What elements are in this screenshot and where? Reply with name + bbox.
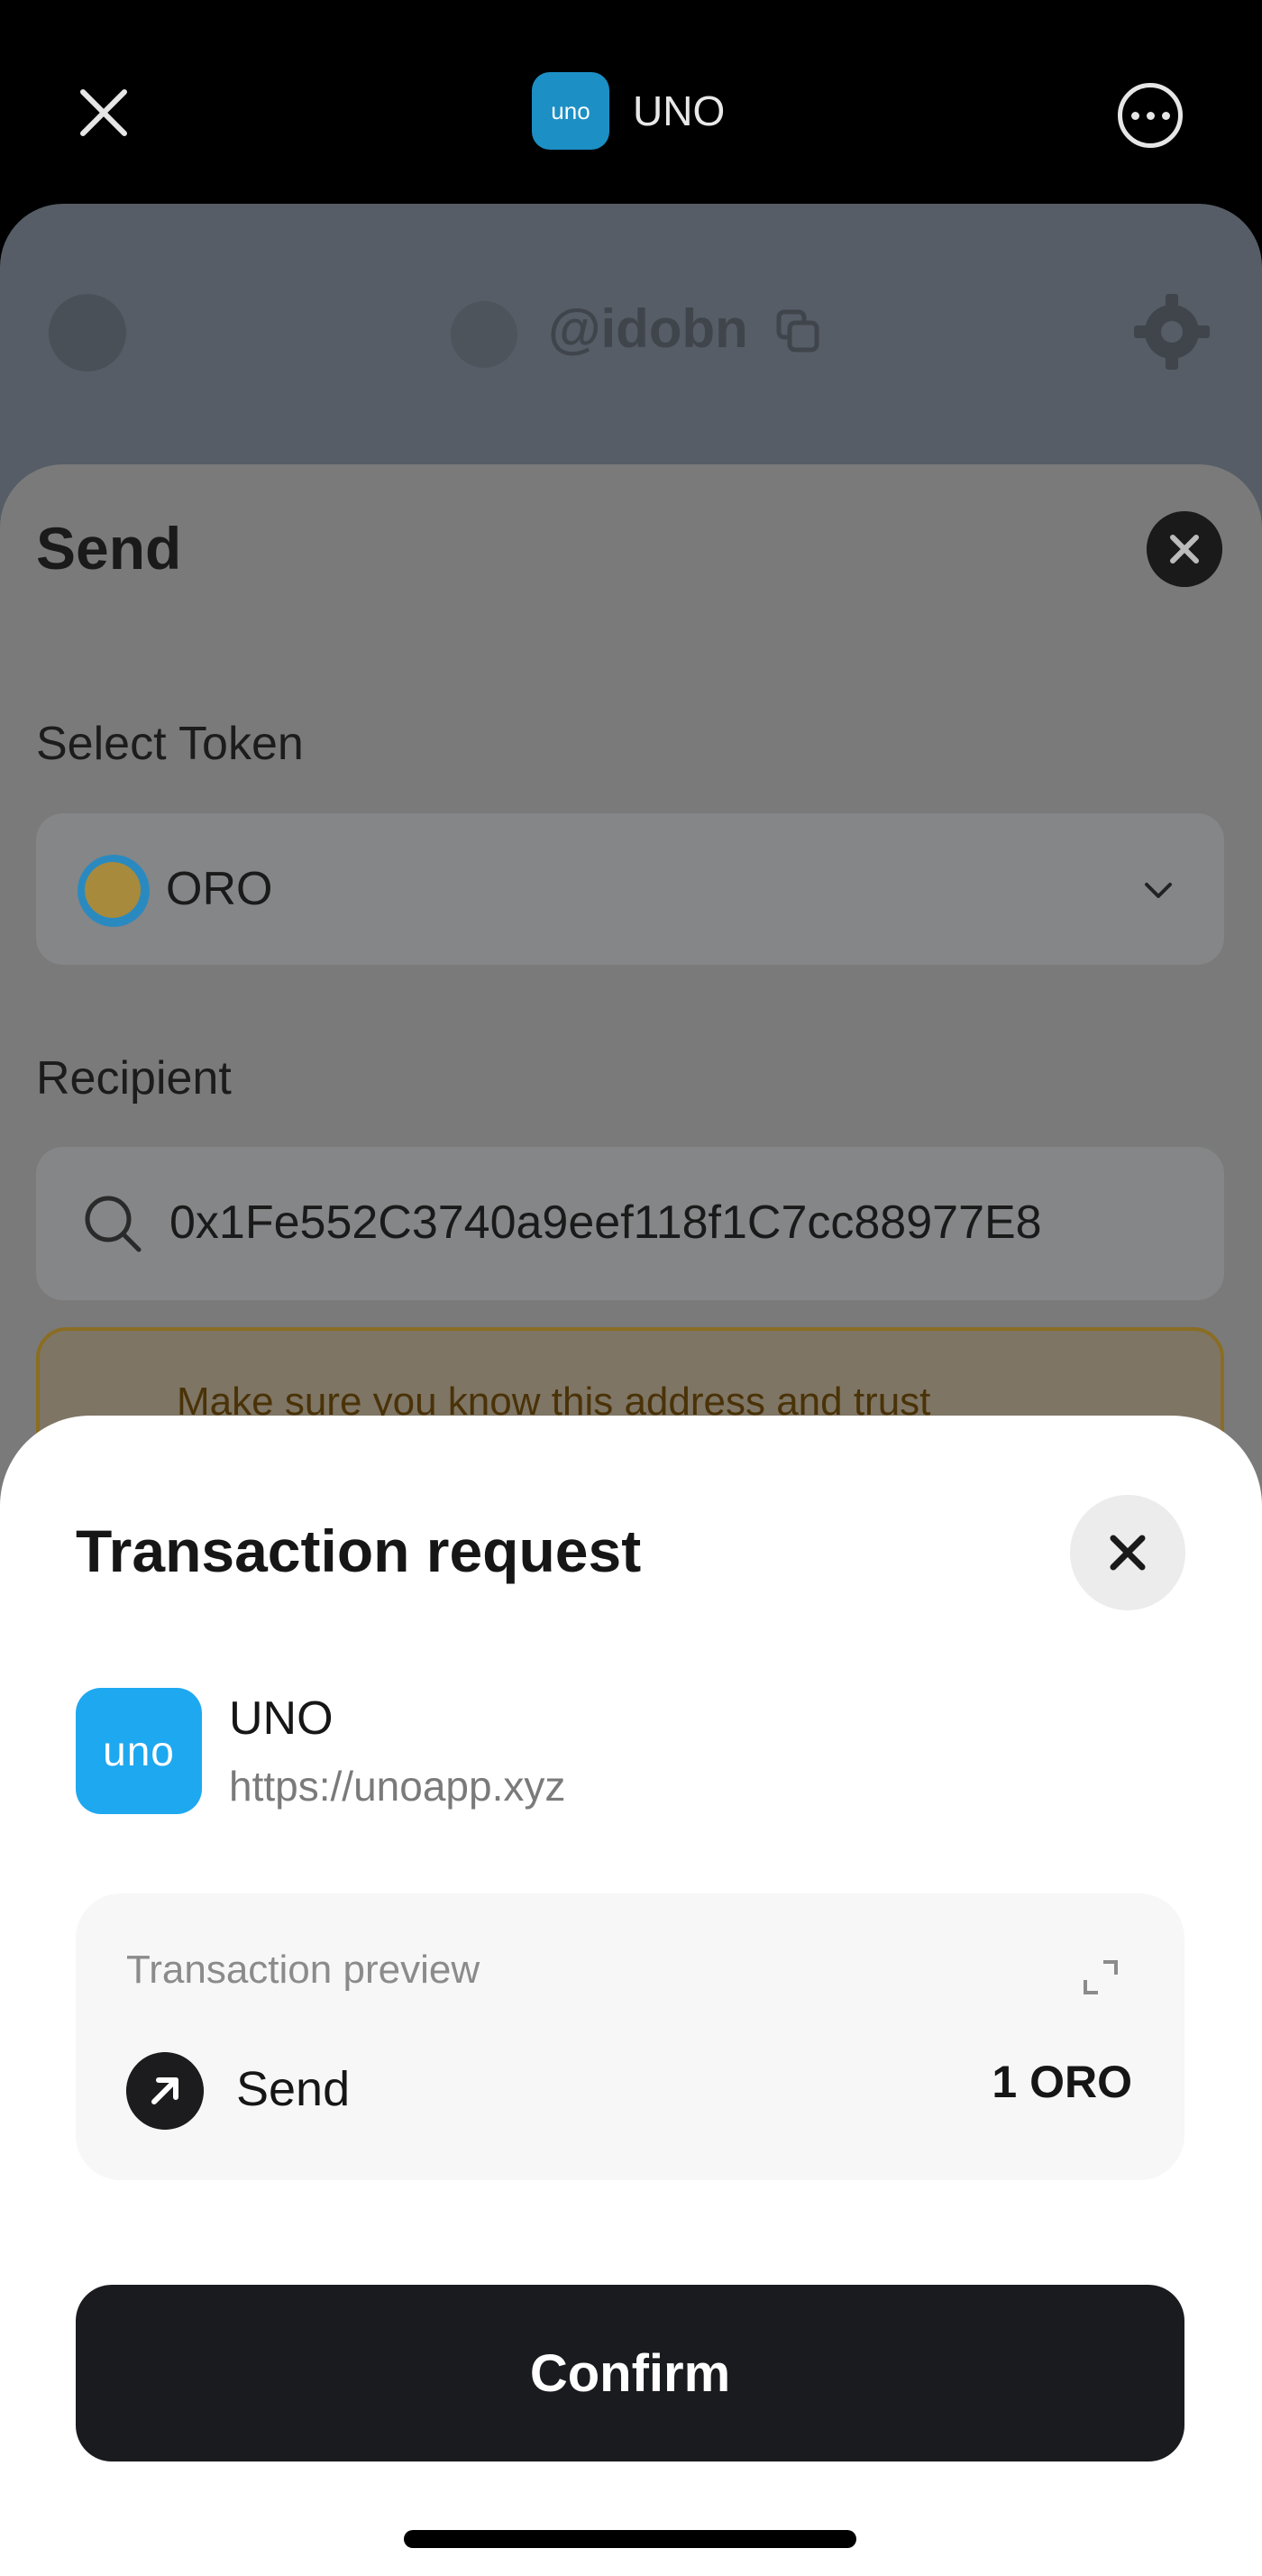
app-logo-icon: uno bbox=[532, 72, 609, 150]
oro-token-icon bbox=[78, 855, 150, 927]
app-title: UNO bbox=[633, 87, 726, 134]
search-icon bbox=[85, 1196, 142, 1252]
send-close-icon[interactable] bbox=[1147, 511, 1222, 587]
copy-icon bbox=[776, 309, 819, 353]
recipient-label: Recipient bbox=[36, 1052, 232, 1105]
more-icon[interactable] bbox=[1118, 83, 1183, 148]
avatar bbox=[451, 301, 517, 368]
confirm-button[interactable]: Confirm bbox=[76, 2285, 1184, 2461]
select-token-label: Select Token bbox=[36, 718, 304, 770]
send-title: Send bbox=[36, 515, 182, 582]
send-amount: 1 ORO bbox=[992, 2057, 1132, 2107]
recipient-address: 0x1Fe552C3740a9eef118f1C7cc88977E8 bbox=[169, 1196, 1042, 1249]
arrow-up-right-icon bbox=[126, 2052, 204, 2130]
app-name: UNO bbox=[229, 1692, 334, 1745]
chevron-down-icon bbox=[1145, 883, 1172, 898]
transaction-preview-card bbox=[76, 1893, 1184, 2180]
history-icon bbox=[49, 294, 126, 371]
username: @idobn bbox=[548, 298, 748, 359]
preview-title: Transaction preview bbox=[126, 1948, 480, 1992]
action-label: Send bbox=[236, 2062, 351, 2116]
app-url: https://unoapp.xyz bbox=[229, 1763, 566, 1810]
selected-token: ORO bbox=[166, 863, 273, 915]
gear-icon bbox=[1134, 294, 1210, 370]
home-indicator bbox=[404, 2530, 856, 2548]
modal-close-button[interactable] bbox=[1070, 1495, 1185, 1610]
expand-icon[interactable] bbox=[1078, 1955, 1123, 2000]
close-icon[interactable] bbox=[72, 81, 135, 144]
top-bar bbox=[0, 0, 1262, 207]
modal-title: Transaction request bbox=[76, 1517, 642, 1584]
uno-app-logo: uno bbox=[76, 1688, 202, 1814]
